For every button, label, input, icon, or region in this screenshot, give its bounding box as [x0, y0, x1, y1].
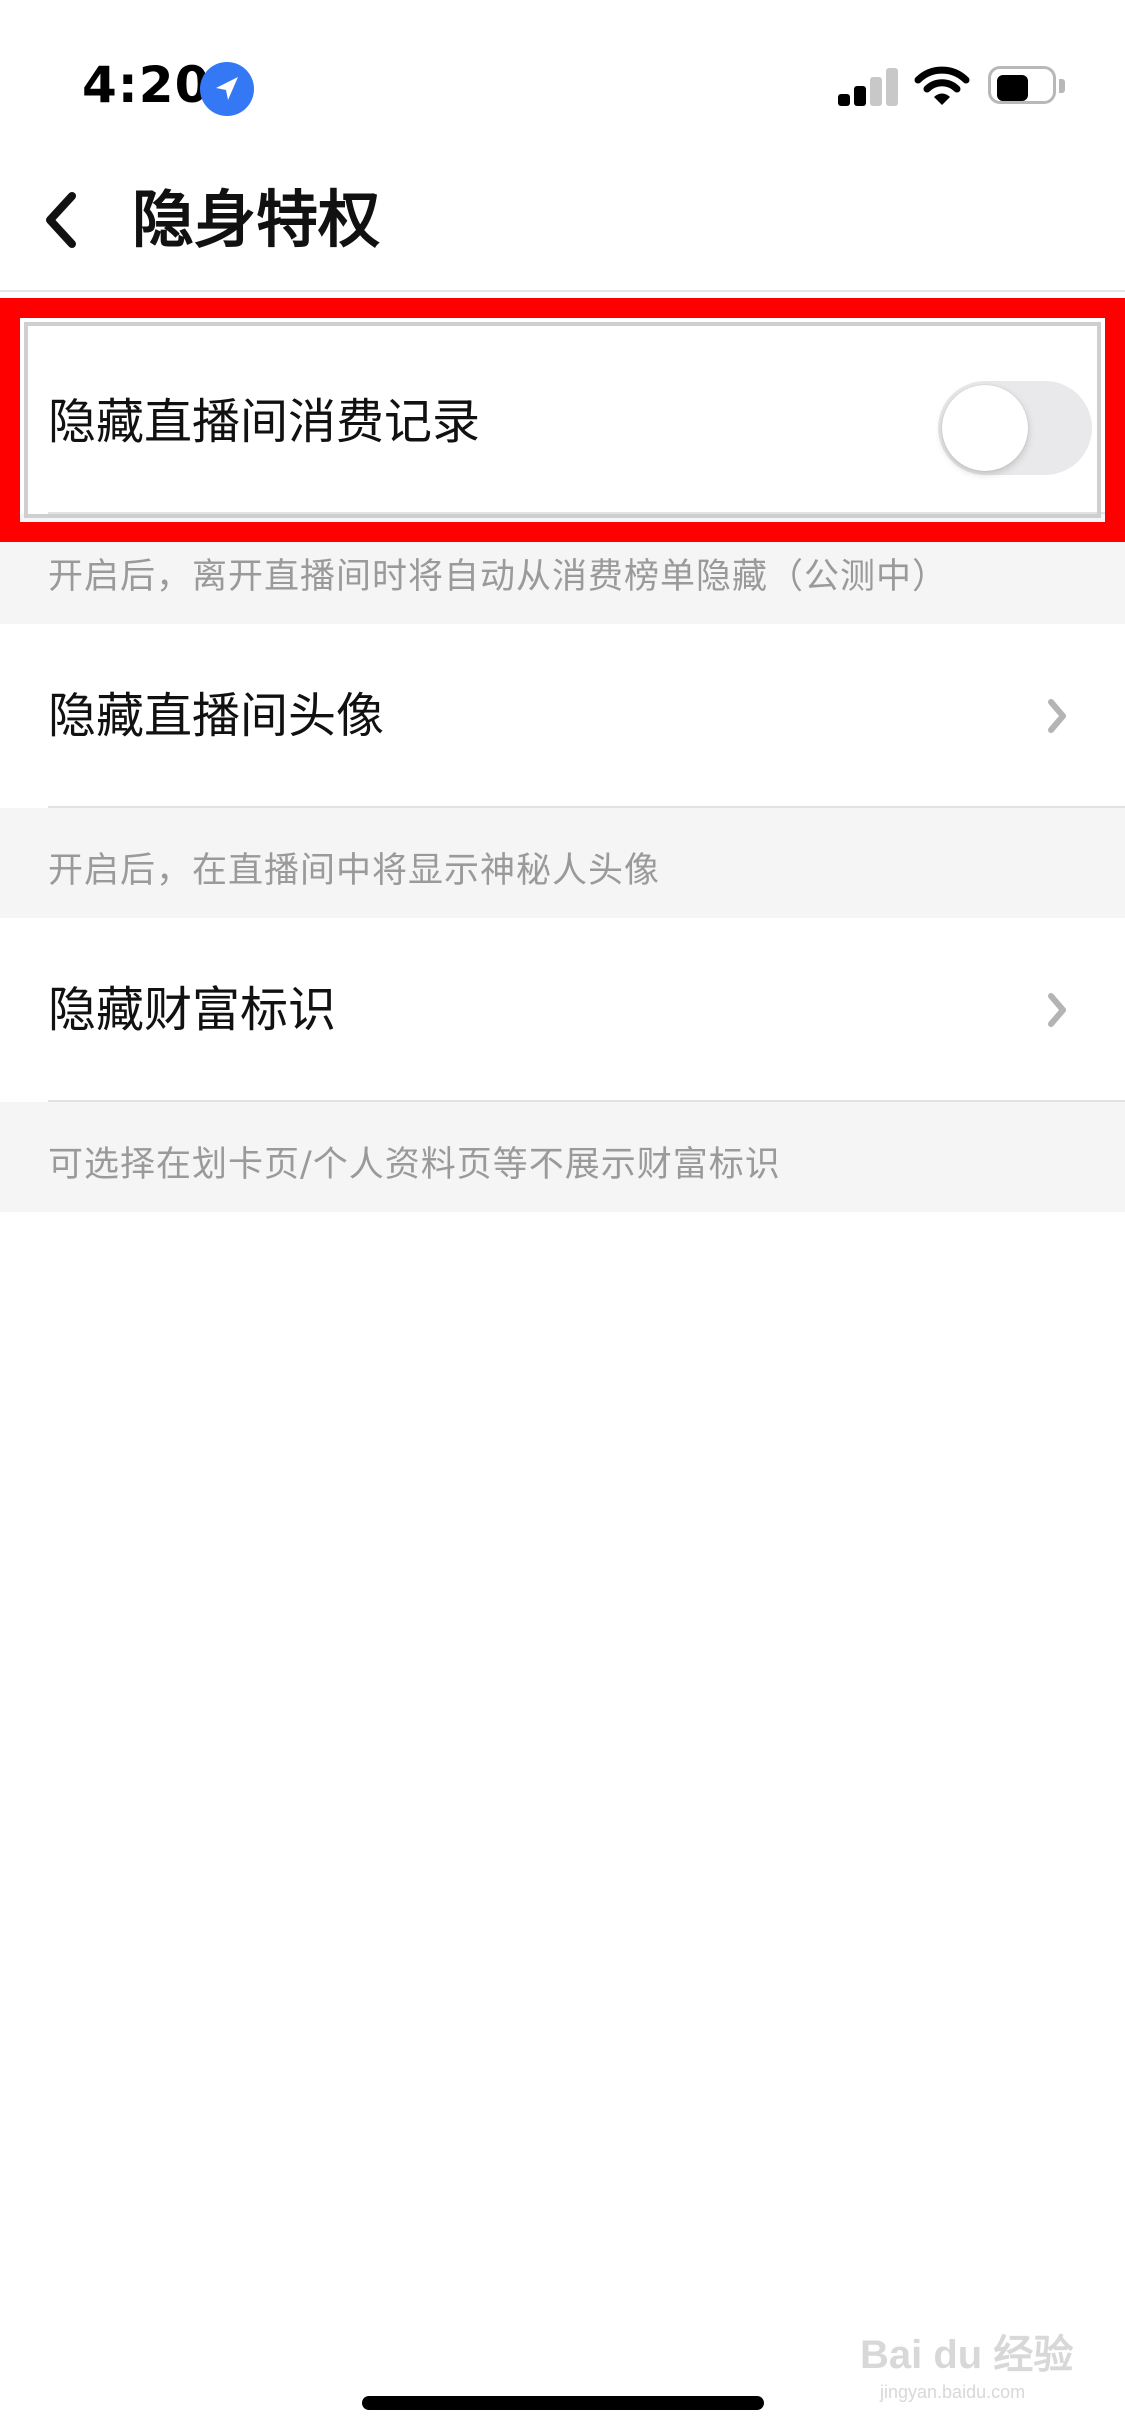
navigation-bar: 隐身特权 — [0, 150, 1125, 292]
wifi-icon — [914, 66, 970, 106]
setting-label: 隐藏直播间消费记录 — [48, 394, 481, 450]
page-title: 隐身特权 — [132, 183, 381, 256]
battery-icon — [988, 66, 1068, 108]
setting-row-hide-wealth-badge[interactable]: 隐藏财富标识 — [0, 918, 1125, 1102]
setting-note: 开启后，在直播间中将显示神秘人头像 — [0, 808, 1125, 918]
location-arrow-icon — [200, 62, 254, 116]
chevron-right-icon — [1045, 696, 1069, 736]
hide-consumption-toggle[interactable] — [938, 381, 1092, 475]
battery-cap — [1059, 79, 1065, 93]
status-bar: 4:20 — [0, 0, 1125, 150]
setting-label: 隐藏财富标识 — [48, 982, 337, 1038]
battery-level — [997, 75, 1028, 101]
setting-row-hide-consumption-record[interactable]: 隐藏直播间消费记录 — [0, 330, 1125, 514]
setting-note: 开启后，离开直播间时将自动从消费榜单隐藏（公测中） — [0, 514, 1125, 624]
setting-label: 隐藏直播间头像 — [48, 688, 385, 744]
battery-body — [988, 66, 1056, 104]
setting-note: 可选择在划卡页/个人资料页等不展示财富标识 — [0, 1102, 1125, 1212]
watermark-url: jingyan.baidu.com — [880, 2382, 1026, 2402]
home-indicator[interactable] — [362, 2396, 764, 2410]
setting-note-text: 开启后，在直播间中将显示神秘人头像 — [48, 851, 661, 891]
chevron-right-icon — [1045, 990, 1069, 1030]
chevron-left-icon[interactable] — [38, 190, 88, 250]
status-time: 4:20 — [82, 56, 211, 114]
watermark-logo: Bai du 经验 — [860, 2333, 1074, 2377]
setting-note-text: 可选择在划卡页/个人资料页等不展示财富标识 — [48, 1145, 781, 1185]
cellular-signal-icon — [838, 66, 900, 106]
toggle-knob — [942, 385, 1028, 471]
setting-note-text: 开启后，离开直播间时将自动从消费榜单隐藏（公测中） — [48, 557, 949, 597]
setting-row-hide-avatar[interactable]: 隐藏直播间头像 — [0, 624, 1125, 808]
